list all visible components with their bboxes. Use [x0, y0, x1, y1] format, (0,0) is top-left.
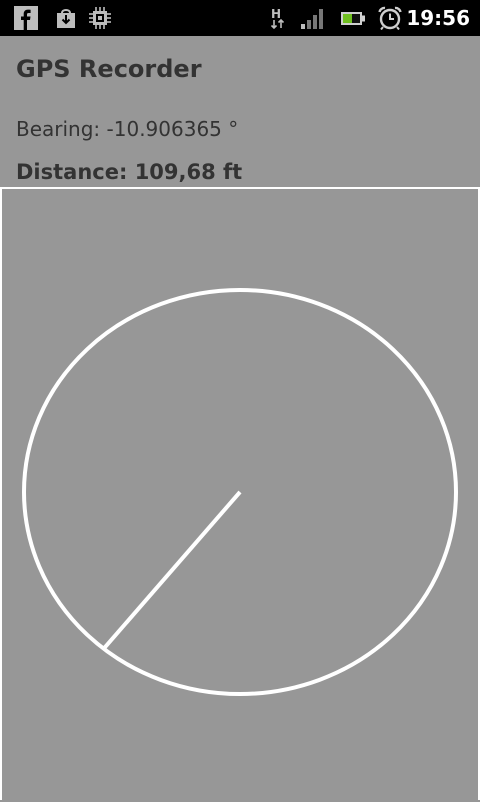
distance-readout: Distance: 109,68 ft: [16, 160, 243, 184]
download-icon: [57, 9, 75, 28]
compass-view: [0, 187, 480, 800]
network-h-icon: H: [270, 7, 285, 30]
app-title: GPS Recorder: [16, 55, 202, 83]
network-type-label: H: [271, 7, 281, 21]
battery-icon: [341, 12, 365, 25]
signal-icon: [301, 9, 323, 29]
app-content: GPS Recorder Bearing: -10.906365 ° Dista…: [0, 36, 480, 800]
chip-icon: [89, 7, 111, 29]
compass-dial: [22, 288, 458, 696]
alarm-icon: [378, 6, 402, 30]
facebook-icon: [14, 6, 38, 30]
status-bar: H 19:56: [0, 0, 480, 36]
compass-needle: [102, 490, 242, 651]
bearing-readout: Bearing: -10.906365 °: [16, 117, 239, 141]
status-time: 19:56: [406, 6, 470, 30]
